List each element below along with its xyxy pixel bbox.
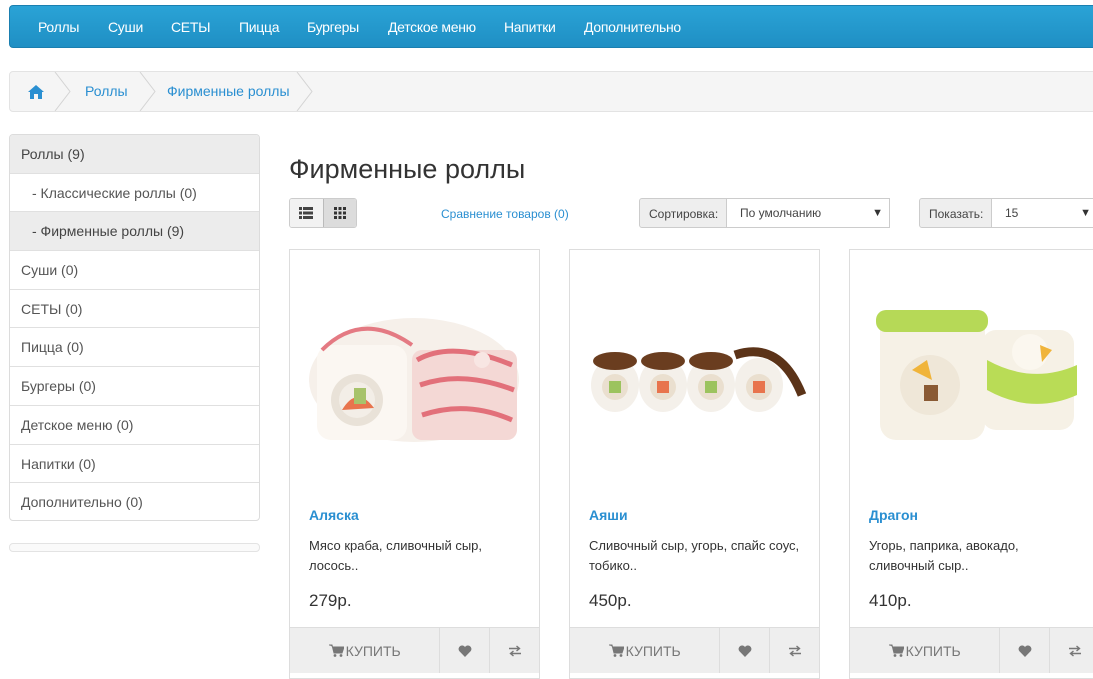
breadcrumb-separator-icon bbox=[296, 72, 313, 111]
compare-products-link[interactable]: Сравнение товаров (0) bbox=[441, 207, 569, 221]
show-label: Показать: bbox=[919, 198, 992, 228]
buy-button[interactable]: КУПИТЬ bbox=[570, 628, 721, 673]
product-price: 410р. bbox=[869, 591, 912, 610]
nav-item-extra[interactable]: Дополнительно bbox=[584, 19, 681, 35]
dropdown-arrow-icon: ▼ bbox=[872, 207, 883, 219]
sidebar-item-sushi[interactable]: Суши (0) bbox=[10, 251, 259, 290]
sidebar-item-kids-menu[interactable]: Детское меню (0) bbox=[10, 406, 259, 445]
product-actions: КУПИТЬ bbox=[570, 627, 819, 673]
product-image[interactable] bbox=[302, 290, 527, 455]
sidebar-item-signature-rolls[interactable]: - Фирменные роллы (9) bbox=[10, 212, 259, 252]
product-description: Мясо краба, сливочный сыр, лосось.. bbox=[309, 538, 483, 573]
list-view-button[interactable] bbox=[290, 199, 323, 227]
top-navbar: Роллы Суши СЕТЫ Пицца Бургеры Детское ме… bbox=[9, 5, 1093, 48]
view-toggle bbox=[289, 198, 357, 228]
sidebar-item-sets[interactable]: СЕТЫ (0) bbox=[10, 290, 259, 329]
product-price: 279р. bbox=[309, 591, 352, 610]
product-name[interactable]: Драгон bbox=[869, 507, 918, 523]
sidebar-module-placeholder bbox=[9, 543, 260, 552]
breadcrumb-separator-icon bbox=[54, 72, 71, 111]
cart-icon bbox=[888, 644, 904, 657]
breadcrumb-separator-icon bbox=[139, 72, 156, 111]
product-name[interactable]: Аяши bbox=[589, 507, 628, 523]
product-description: Сливочный сыр, угорь, спайс соус, тобико… bbox=[589, 538, 800, 573]
sidebar-item-classic-rolls[interactable]: - Классические роллы (0) bbox=[10, 174, 259, 213]
product-price: 450р. bbox=[589, 591, 632, 610]
show-select-value: 15 bbox=[1005, 206, 1019, 220]
breadcrumb-item-signature-rolls[interactable]: Фирменные роллы bbox=[167, 83, 290, 99]
sidebar-item-pizza[interactable]: Пицца (0) bbox=[10, 328, 259, 368]
exchange-icon bbox=[1068, 644, 1081, 657]
buy-button-label: КУПИТЬ bbox=[625, 642, 681, 659]
product-card: Аяши Сливочный сыр, угорь, спайс соус, т… bbox=[569, 249, 820, 679]
cart-icon bbox=[328, 644, 344, 657]
sort-select[interactable]: По умолчанию ▼ bbox=[727, 198, 890, 228]
wishlist-button[interactable] bbox=[1000, 628, 1051, 673]
heart-icon bbox=[458, 644, 472, 657]
sidebar-item-rolls[interactable]: Роллы (9) bbox=[10, 135, 259, 174]
nav-item-rolls[interactable]: Роллы bbox=[38, 19, 79, 35]
nav-item-kids-menu[interactable]: Детское меню bbox=[388, 19, 476, 35]
product-actions: КУПИТЬ bbox=[290, 627, 539, 673]
show-select[interactable]: 15 ▼ bbox=[992, 198, 1093, 228]
nav-item-pizza[interactable]: Пицца bbox=[239, 19, 280, 35]
category-sidebar: Роллы (9) - Классические роллы (0) - Фир… bbox=[9, 134, 260, 521]
buy-button-label: КУПИТЬ bbox=[345, 642, 401, 659]
nav-item-sets[interactable]: СЕТЫ bbox=[171, 19, 211, 35]
cart-icon bbox=[608, 644, 624, 657]
page-title: Фирменные роллы bbox=[289, 154, 526, 184]
compare-button[interactable] bbox=[770, 628, 819, 673]
product-image[interactable] bbox=[582, 290, 807, 455]
dropdown-arrow-icon: ▼ bbox=[1080, 207, 1091, 219]
grid-view-icon bbox=[333, 207, 346, 219]
compare-button[interactable] bbox=[1050, 628, 1093, 673]
product-name[interactable]: Аляска bbox=[309, 507, 359, 523]
wishlist-button[interactable] bbox=[440, 628, 491, 673]
buy-button[interactable]: КУПИТЬ bbox=[290, 628, 441, 673]
list-view-icon bbox=[299, 207, 314, 219]
nav-item-burgers[interactable]: Бургеры bbox=[307, 19, 359, 35]
sort-label: Сортировка: bbox=[639, 198, 727, 228]
grid-view-button[interactable] bbox=[322, 199, 356, 227]
breadcrumb-item-rolls[interactable]: Роллы bbox=[85, 83, 128, 99]
exchange-icon bbox=[508, 644, 521, 657]
product-card: Драгон Угорь, паприка, авокадо, сливочны… bbox=[849, 249, 1093, 679]
nav-item-sushi[interactable]: Суши bbox=[108, 19, 143, 35]
sidebar-item-extra[interactable]: Дополнительно (0) bbox=[10, 483, 259, 520]
sort-select-value: По умолчанию bbox=[740, 206, 822, 220]
nav-item-drinks[interactable]: Напитки bbox=[504, 19, 556, 35]
product-image[interactable] bbox=[862, 290, 1087, 455]
product-description: Угорь, паприка, авокадо, сливочный сыр.. bbox=[869, 538, 1019, 573]
breadcrumb: Роллы Фирменные роллы bbox=[9, 71, 1093, 112]
buy-button-label: КУПИТЬ bbox=[905, 642, 961, 659]
wishlist-button[interactable] bbox=[720, 628, 771, 673]
sidebar-item-burgers[interactable]: Бургеры (0) bbox=[10, 367, 259, 406]
home-icon[interactable] bbox=[26, 83, 46, 101]
exchange-icon bbox=[788, 644, 801, 657]
heart-icon bbox=[738, 644, 752, 657]
product-card: Аляска Мясо краба, сливочный сыр, лосось… bbox=[289, 249, 540, 679]
product-actions: КУПИТЬ bbox=[850, 627, 1093, 673]
buy-button[interactable]: КУПИТЬ bbox=[850, 628, 1001, 673]
heart-icon bbox=[1018, 644, 1032, 657]
compare-button[interactable] bbox=[490, 628, 539, 673]
sidebar-item-drinks[interactable]: Напитки (0) bbox=[10, 445, 259, 484]
